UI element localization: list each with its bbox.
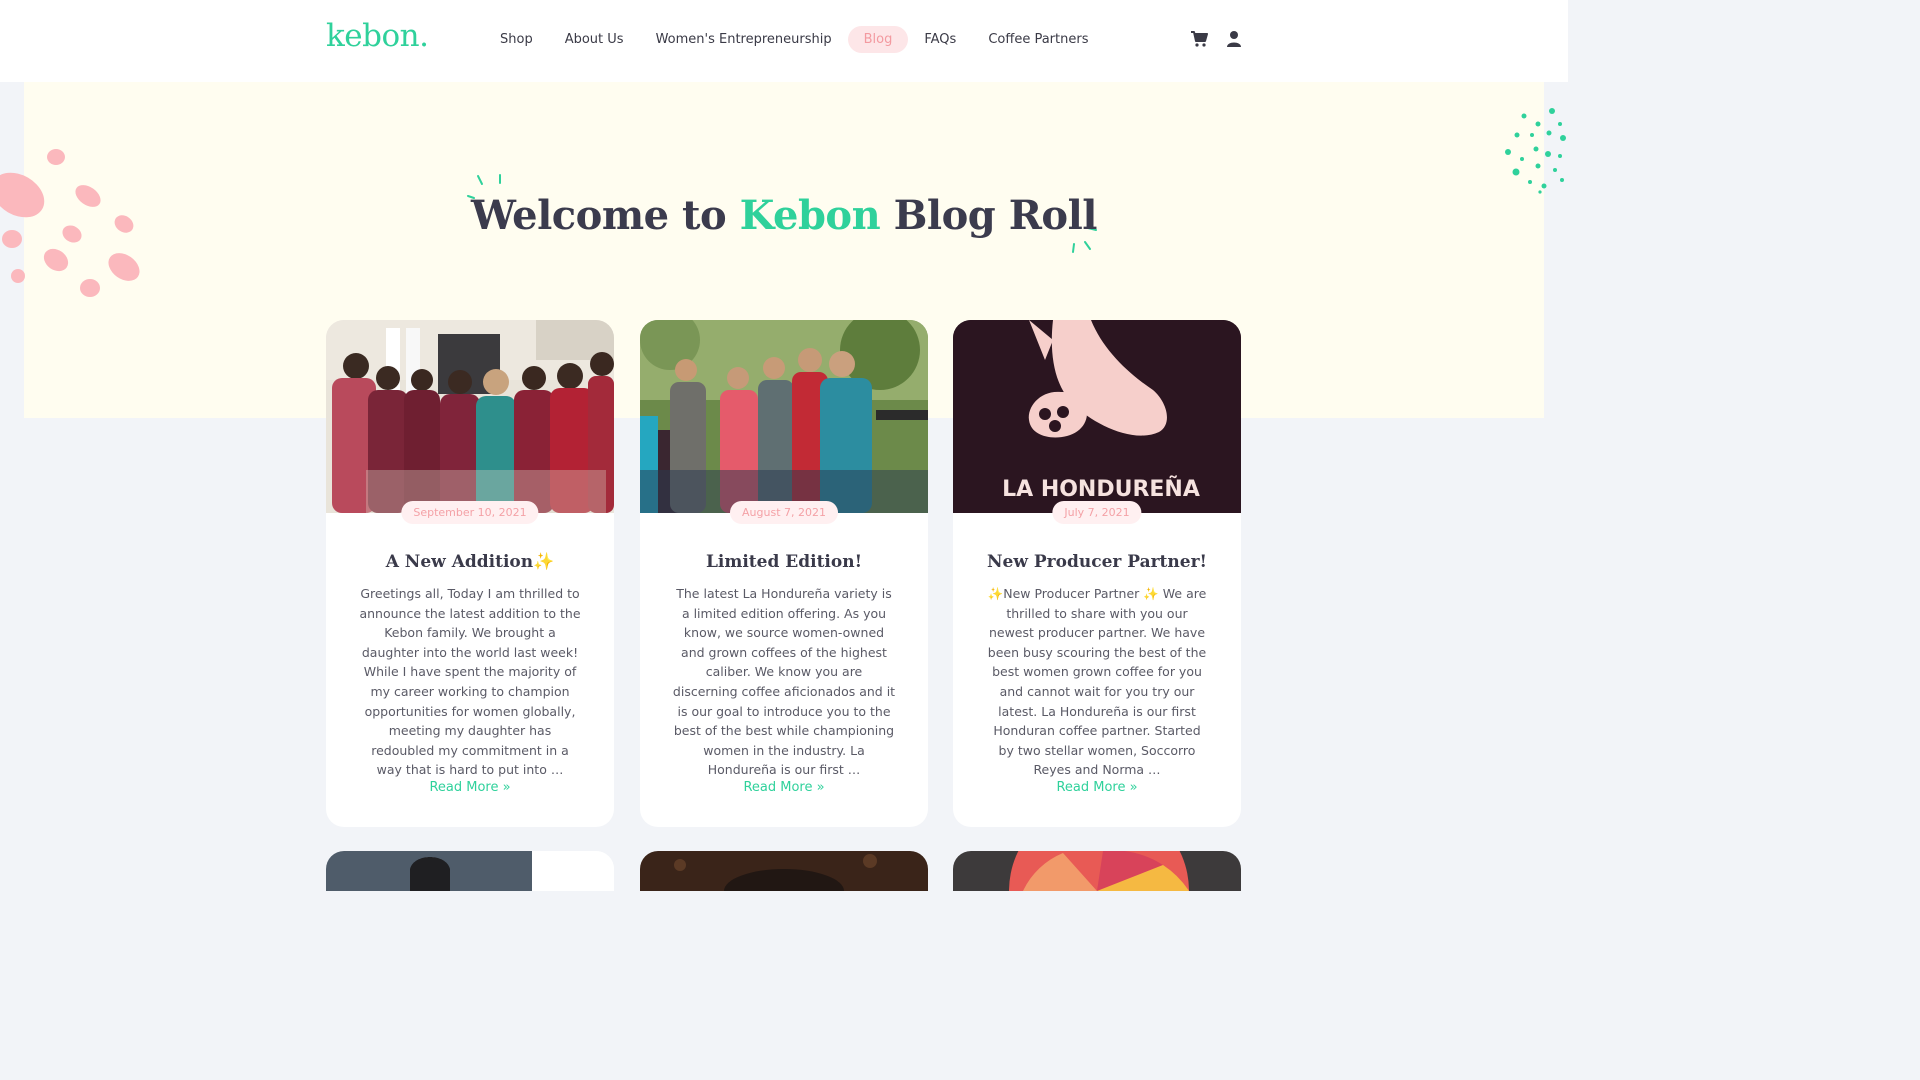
- post-title[interactable]: New Producer Partner!: [953, 552, 1241, 572]
- post-excerpt: Greetings all, Today I am thrilled to an…: [359, 586, 581, 778]
- blog-card-partial[interactable]: [953, 851, 1241, 891]
- post-title[interactable]: Limited Edition!: [640, 552, 928, 572]
- coffee-producers-group-photo[interactable]: [640, 320, 928, 513]
- blog-card[interactable]: September 10, 2021 A New Addition✨ Greet…: [326, 320, 614, 827]
- post-date: July 7, 2021: [1052, 501, 1142, 524]
- read-more-link[interactable]: Read More »: [326, 780, 614, 795]
- blog-card-partial[interactable]: [326, 851, 614, 891]
- post-title[interactable]: A New Addition✨: [326, 552, 614, 572]
- blog-card-partial[interactable]: [640, 851, 928, 891]
- nav-coffee-partners[interactable]: Coffee Partners: [972, 26, 1104, 53]
- page-title: Welcome to Kebon Blog Roll: [0, 192, 1568, 239]
- title-brand: Kebon: [739, 192, 881, 239]
- title-prefix: Welcome to: [470, 192, 740, 239]
- hondurena-logo-text: LA HONDUREÑA: [1002, 476, 1200, 502]
- group-of-schoolchildren-photo[interactable]: [326, 320, 614, 513]
- nav-faqs[interactable]: FAQs: [908, 26, 972, 53]
- post-excerpt: ✨New Producer Partner ✨ We are thrilled …: [987, 586, 1207, 778]
- title-suffix: Blog Roll: [880, 192, 1098, 239]
- site-header: kebon. Shop About Us Women's Entrepreneu…: [0, 0, 1568, 82]
- read-more-link[interactable]: Read More »: [953, 780, 1241, 795]
- main-nav: Shop About Us Women's Entrepreneurship B…: [484, 26, 1104, 53]
- read-more-link[interactable]: Read More »: [640, 780, 928, 795]
- nav-blog[interactable]: Blog: [847, 26, 909, 53]
- user-icon[interactable]: [1226, 30, 1242, 48]
- post-date: August 7, 2021: [730, 501, 838, 524]
- la-hondurena-logo[interactable]: LA HONDUREÑA: [953, 320, 1241, 513]
- nav-about-us[interactable]: About Us: [549, 26, 640, 53]
- decorative-green-dots: [1505, 108, 1566, 194]
- blog-card[interactable]: August 7, 2021 Limited Edition! The late…: [640, 320, 928, 827]
- nav-shop[interactable]: Shop: [484, 26, 549, 53]
- post-excerpt: The latest La Hondureña variety is a lim…: [672, 586, 896, 778]
- post-date: September 10, 2021: [401, 501, 539, 524]
- site-logo[interactable]: kebon.: [326, 18, 429, 54]
- cart-icon[interactable]: [1190, 30, 1208, 48]
- blog-card[interactable]: LA HONDUREÑA July 7, 2021 New Producer P…: [953, 320, 1241, 827]
- nav-womens-entrepreneurship[interactable]: Women's Entrepreneurship: [640, 26, 848, 53]
